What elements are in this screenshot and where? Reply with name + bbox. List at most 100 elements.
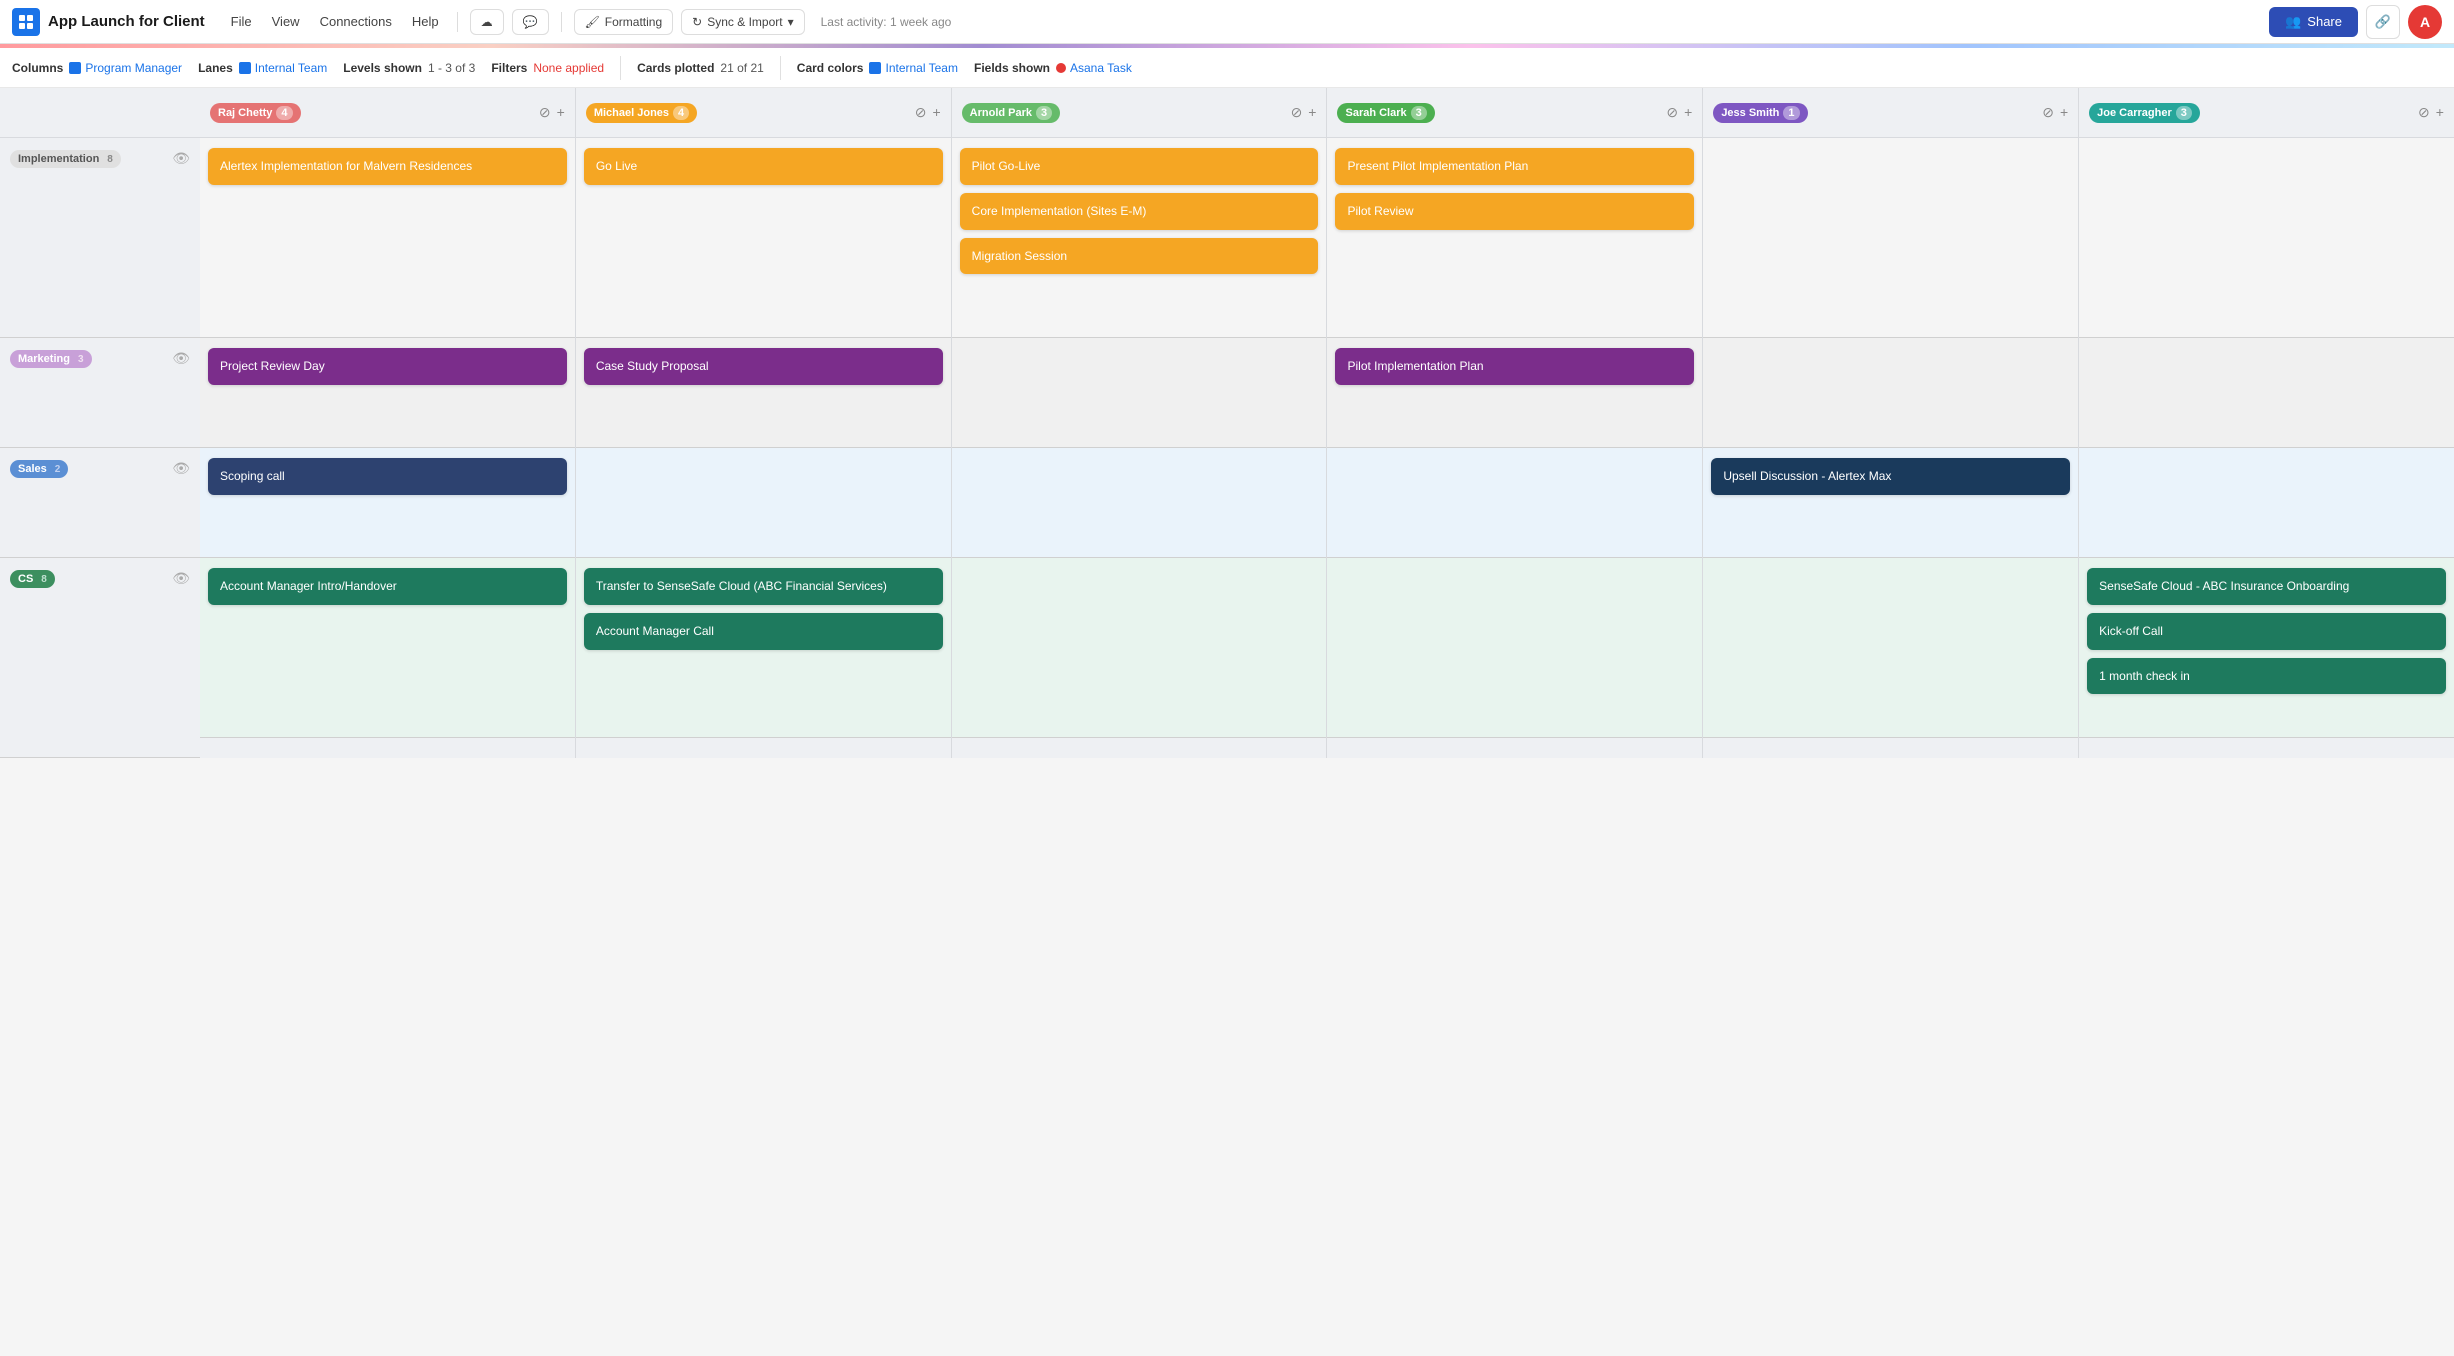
badge-joe[interactable]: Joe Carragher 3 xyxy=(2089,103,2200,123)
add-col-sarah[interactable]: + xyxy=(1684,104,1692,121)
hide-col-joe[interactable]: ⊘ xyxy=(2418,104,2430,121)
brush-icon: 🖌 xyxy=(585,15,600,29)
card-month-check[interactable]: 1 month check in xyxy=(2087,658,2446,695)
share-button[interactable]: 👥 Share xyxy=(2269,7,2358,37)
formatting-label: Formatting xyxy=(605,15,662,29)
levels-value: 1 - 3 of 3 xyxy=(428,61,475,75)
column-sarah: Sarah Clark 3 ⊘ + Present Pilot Implemen… xyxy=(1327,88,1703,758)
col-icons-raj: ⊘ + xyxy=(539,104,565,121)
card-pilot-review[interactable]: Pilot Review xyxy=(1335,193,1694,230)
formatting-btn[interactable]: 🖌 Formatting xyxy=(574,9,674,35)
card-pilot-impl-plan[interactable]: Pilot Implementation Plan xyxy=(1335,348,1694,385)
cloud-icon: ☁ xyxy=(481,15,493,29)
lane-sales-label: Sales 2 👁 xyxy=(0,448,200,558)
card-am-call[interactable]: Account Manager Call xyxy=(584,613,943,650)
cell-joe-cs: SenseSafe Cloud - ABC Insurance Onboardi… xyxy=(2079,558,2454,738)
lane-tag-cs[interactable]: CS 8 xyxy=(10,570,55,588)
sync-btn[interactable]: ↻ Sync & Import ▾ xyxy=(681,9,804,35)
cloud-btn[interactable]: ☁ xyxy=(470,9,504,35)
cell-jess-sales: Upsell Discussion - Alertex Max xyxy=(1703,448,2078,558)
fields-group: Fields shown Asana Task xyxy=(974,61,1132,75)
columns-value[interactable]: Program Manager xyxy=(69,61,182,75)
card-sensesafe-onboarding[interactable]: SenseSafe Cloud - ABC Insurance Onboardi… xyxy=(2087,568,2446,605)
cell-arnold-sales xyxy=(952,448,1327,558)
hide-col-raj[interactable]: ⊘ xyxy=(539,104,551,121)
lane-tag-implementation[interactable]: Implementation 8 xyxy=(10,150,121,168)
add-col-raj[interactable]: + xyxy=(557,104,565,121)
card-pilot-go-live[interactable]: Pilot Go-Live xyxy=(960,148,1319,185)
lane-tag-sales[interactable]: Sales 2 xyxy=(10,460,68,478)
menu-connections[interactable]: Connections xyxy=(314,10,398,33)
columns-label: Columns xyxy=(12,61,63,75)
badge-arnold[interactable]: Arnold Park 3 xyxy=(962,103,1060,123)
filters-group: Filters None applied xyxy=(491,61,604,75)
column-header-arnold: Arnold Park 3 ⊘ + xyxy=(952,88,1327,138)
add-col-arnold[interactable]: + xyxy=(1308,104,1316,121)
topbar: App Launch for Client File View Connecti… xyxy=(0,0,2454,44)
hide-lane-marketing[interactable]: 👁 xyxy=(172,350,190,367)
board-wrapper: Implementation 8 👁 Marketing 3 👁 Sales 2… xyxy=(0,88,2454,758)
card-scoping[interactable]: Scoping call xyxy=(208,458,567,495)
add-col-jess[interactable]: + xyxy=(2060,104,2068,121)
link-button[interactable]: 🔗 xyxy=(2366,5,2400,39)
card-alertex[interactable]: Alertex Implementation for Malvern Resid… xyxy=(208,148,567,185)
card-core-impl[interactable]: Core Implementation (Sites E-M) xyxy=(960,193,1319,230)
col-icons-sarah: ⊘ + xyxy=(1666,104,1692,121)
sync-icon: ↻ xyxy=(692,15,702,29)
fields-value[interactable]: Asana Task xyxy=(1056,61,1132,75)
cell-jess-marketing xyxy=(1703,338,2078,448)
card-present-pilot[interactable]: Present Pilot Implementation Plan xyxy=(1335,148,1694,185)
chat-btn[interactable]: 💬 xyxy=(512,9,549,35)
col-icons-michael: ⊘ + xyxy=(915,104,941,121)
chat-icon: 💬 xyxy=(523,15,538,29)
cell-joe-marketing xyxy=(2079,338,2454,448)
card-transfer[interactable]: Transfer to SenseSafe Cloud (ABC Financi… xyxy=(584,568,943,605)
hide-col-michael[interactable]: ⊘ xyxy=(915,104,927,121)
hide-col-jess[interactable]: ⊘ xyxy=(2042,104,2054,121)
hide-col-sarah[interactable]: ⊘ xyxy=(1666,104,1678,121)
hide-lane-implementation[interactable]: 👁 xyxy=(172,150,190,167)
columns-group: Columns Program Manager xyxy=(12,61,182,75)
hide-col-arnold[interactable]: ⊘ xyxy=(1291,104,1303,121)
cell-joe-sales xyxy=(2079,448,2454,558)
people-icon: 👥 xyxy=(2285,14,2301,30)
card-upsell[interactable]: Upsell Discussion - Alertex Max xyxy=(1711,458,2070,495)
cell-arnold-marketing xyxy=(952,338,1327,448)
add-col-michael[interactable]: + xyxy=(932,104,940,121)
hide-lane-cs[interactable]: 👁 xyxy=(172,570,190,587)
last-activity: Last activity: 1 week ago xyxy=(821,15,952,29)
lane-cs-label: CS 8 👁 xyxy=(0,558,200,758)
lane-tag-marketing[interactable]: Marketing 3 xyxy=(10,350,92,368)
menu-help[interactable]: Help xyxy=(406,10,445,33)
lanes-value[interactable]: Internal Team xyxy=(239,61,328,75)
column-header-michael: Michael Jones 4 ⊘ + xyxy=(576,88,951,138)
lanes-sidebar: Implementation 8 👁 Marketing 3 👁 Sales 2… xyxy=(0,88,200,758)
menu-view[interactable]: View xyxy=(266,10,306,33)
badge-sarah[interactable]: Sarah Clark 3 xyxy=(1337,103,1434,123)
card-go-live[interactable]: Go Live xyxy=(584,148,943,185)
card-migration[interactable]: Migration Session xyxy=(960,238,1319,275)
cards-value: 21 of 21 xyxy=(720,61,763,75)
avatar[interactable]: A xyxy=(2408,5,2442,39)
badge-michael[interactable]: Michael Jones 4 xyxy=(586,103,697,123)
lane-implementation-label: Implementation 8 👁 xyxy=(0,138,200,338)
hide-lane-sales[interactable]: 👁 xyxy=(172,460,190,477)
add-col-joe[interactable]: + xyxy=(2436,104,2444,121)
card-colors-value[interactable]: Internal Team xyxy=(869,61,958,75)
card-kickoff[interactable]: Kick-off Call xyxy=(2087,613,2446,650)
card-case-study[interactable]: Case Study Proposal xyxy=(584,348,943,385)
filters-value[interactable]: None applied xyxy=(533,61,604,75)
col-icons-jess: ⊘ + xyxy=(2042,104,2068,121)
badge-raj[interactable]: Raj Chetty 4 xyxy=(210,103,301,123)
card-colors-group: Card colors Internal Team xyxy=(797,61,958,75)
badge-jess[interactable]: Jess Smith 1 xyxy=(1713,103,1807,123)
column-jess: Jess Smith 1 ⊘ + Upsell Discussion - Ale… xyxy=(1703,88,2079,758)
fields-label: Fields shown xyxy=(974,61,1050,75)
card-am-intro[interactable]: Account Manager Intro/Handover xyxy=(208,568,567,605)
menu-file[interactable]: File xyxy=(225,10,258,33)
cell-sarah-sales xyxy=(1327,448,1702,558)
lanes-sidebar-header xyxy=(0,88,200,138)
card-project-review[interactable]: Project Review Day xyxy=(208,348,567,385)
chevron-down-icon: ▾ xyxy=(788,15,794,29)
lane-count-cs: 8 xyxy=(41,574,47,585)
